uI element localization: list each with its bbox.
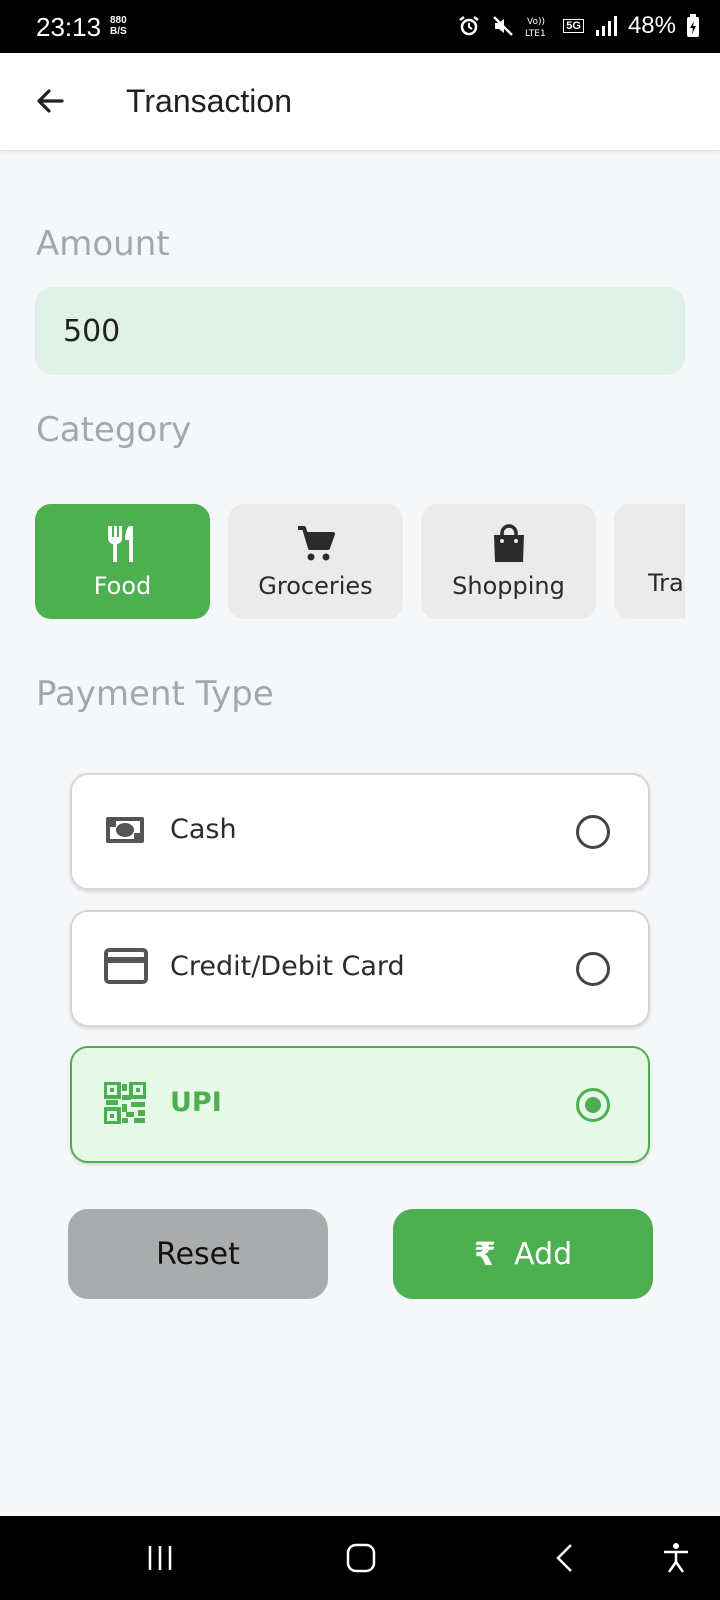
battery-percentage: 48% bbox=[627, 12, 676, 39]
signal-icon bbox=[595, 16, 617, 36]
svg-text:LTE1: LTE1 bbox=[525, 29, 546, 39]
network-speed-unit: B/S bbox=[110, 26, 127, 37]
radio-button[interactable] bbox=[576, 815, 610, 849]
reset-button-label: Reset bbox=[156, 1236, 240, 1272]
back-nav-button[interactable] bbox=[545, 1538, 585, 1578]
payment-option-card[interactable]: Credit/Debit Card bbox=[70, 910, 650, 1027]
accessibility-icon bbox=[664, 1543, 688, 1573]
category-chip-groceries[interactable]: Groceries bbox=[228, 504, 403, 619]
category-label-shopping: Shopping bbox=[452, 571, 565, 600]
payment-type-label: Payment Type bbox=[36, 674, 274, 714]
category-chip-shopping[interactable]: Shopping bbox=[421, 504, 596, 619]
cash-icon bbox=[106, 817, 144, 843]
recent-apps-icon bbox=[148, 1546, 172, 1570]
category-label: Category bbox=[36, 410, 192, 450]
radio-button-selected[interactable] bbox=[576, 1088, 610, 1122]
payment-option-label: Cash bbox=[170, 814, 237, 845]
payment-option-label: Credit/Debit Card bbox=[170, 951, 405, 982]
amount-label: Amount bbox=[36, 224, 170, 264]
status-time: 23:13 bbox=[36, 12, 102, 42]
status-bar: 23:13 880 B/S Vo)) LTE1 5G 48% bbox=[0, 0, 720, 53]
network-speed: 880 B/S bbox=[110, 15, 127, 37]
page-title: Transaction bbox=[126, 83, 292, 119]
payment-option-cash[interactable]: Cash bbox=[70, 773, 650, 890]
app-bar: Transaction bbox=[0, 53, 720, 151]
add-button[interactable]: ₹ Add bbox=[393, 1209, 653, 1299]
status-icons: Vo)) LTE1 5G 48% bbox=[457, 10, 700, 42]
volte-icon: Vo)) LTE1 bbox=[525, 17, 546, 39]
network-speed-value: 880 bbox=[110, 15, 127, 26]
home-button[interactable] bbox=[341, 1538, 381, 1578]
add-button-label: Add bbox=[514, 1236, 573, 1272]
recent-apps-button[interactable] bbox=[140, 1538, 180, 1578]
category-chip-food[interactable]: Food bbox=[35, 504, 210, 619]
shopping-bag-icon bbox=[493, 523, 524, 562]
reset-button[interactable]: Reset bbox=[68, 1209, 328, 1299]
category-label-food: Food bbox=[93, 571, 152, 600]
cart-icon bbox=[297, 525, 335, 560]
rupee-icon: ₹ bbox=[473, 1235, 497, 1273]
credit-card-icon bbox=[104, 948, 148, 984]
network-type-badge: 5G bbox=[563, 19, 584, 33]
accessibility-button[interactable] bbox=[656, 1538, 696, 1578]
radio-button[interactable] bbox=[576, 952, 610, 986]
payment-option-upi[interactable]: UPI bbox=[70, 1046, 650, 1163]
fork-knife-icon bbox=[107, 525, 133, 562]
svg-text:Vo)): Vo)) bbox=[527, 17, 545, 27]
back-button[interactable] bbox=[26, 77, 74, 125]
category-label-partial: Tra bbox=[648, 569, 684, 597]
qr-code-icon bbox=[104, 1082, 146, 1124]
back-chevron-icon bbox=[556, 1544, 572, 1572]
mute-icon bbox=[493, 16, 514, 36]
category-list[interactable]: Food Groceries Shopping Tra bbox=[35, 504, 685, 619]
category-chip-partial[interactable]: Tra bbox=[614, 504, 685, 619]
category-label-groceries: Groceries bbox=[258, 571, 373, 600]
battery-charging-icon bbox=[687, 14, 699, 37]
arrow-left-icon bbox=[37, 89, 64, 113]
amount-input[interactable]: 500 bbox=[35, 287, 685, 375]
payment-option-label: UPI bbox=[170, 1087, 222, 1118]
home-icon bbox=[346, 1543, 376, 1573]
alarm-icon bbox=[459, 16, 480, 36]
system-nav-bar bbox=[0, 1516, 720, 1600]
